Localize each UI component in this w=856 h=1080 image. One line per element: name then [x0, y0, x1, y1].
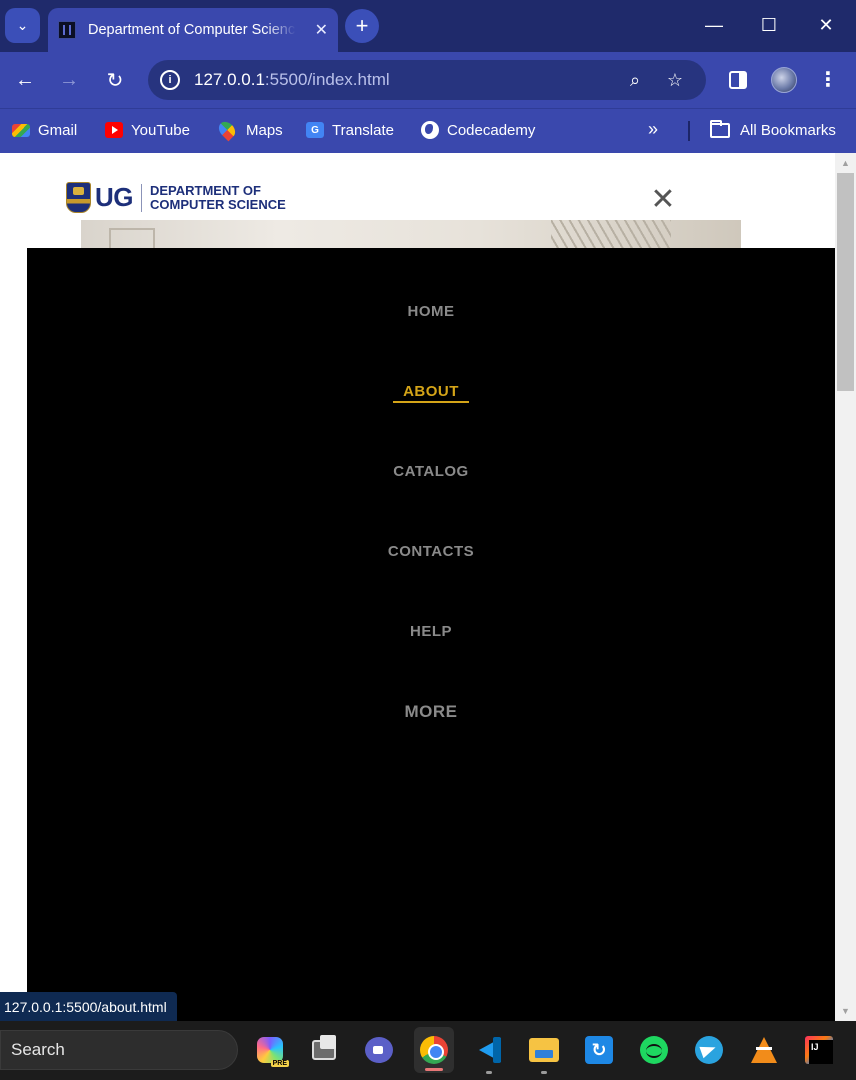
scroll-up-arrow-icon[interactable]: ▲: [835, 155, 856, 171]
url-text[interactable]: 127.0.0.1:5500/index.html: [194, 70, 390, 90]
more-bookmarks-chevron-icon[interactable]: »: [648, 119, 658, 140]
nav-link-more[interactable]: MORE: [27, 702, 835, 722]
app-arrow-icon: ↻: [585, 1036, 613, 1064]
forward-arrow-icon[interactable]: →: [54, 65, 84, 95]
copilot-icon: [257, 1037, 289, 1067]
file-explorer-icon: [529, 1038, 559, 1062]
bookmark-youtube[interactable]: YouTube: [105, 119, 190, 141]
window-close-icon[interactable]: ✕: [811, 10, 841, 40]
ug-crest-icon: [66, 182, 91, 213]
running-indicator: [425, 1068, 443, 1071]
scroll-down-arrow-icon[interactable]: ▼: [835, 1003, 856, 1019]
side-panel-icon: [729, 71, 747, 89]
nav-link-about[interactable]: ABOUT: [27, 383, 835, 403]
new-tab-button[interactable]: +: [345, 9, 379, 43]
nav-link-contacts[interactable]: CONTACTS: [27, 543, 835, 560]
tab-strip: ⌄ Department of Computer Science ✕ + — ☐…: [0, 0, 856, 52]
intellij-icon: [805, 1036, 833, 1064]
back-arrow-icon[interactable]: ←: [10, 65, 40, 95]
taskbar-meet[interactable]: [361, 1032, 397, 1068]
telegram-icon: [695, 1036, 723, 1064]
scroll-thumb[interactable]: [837, 173, 854, 391]
tab-title: Department of Computer Science: [88, 22, 296, 38]
spotify-icon: [640, 1036, 668, 1064]
profile-button[interactable]: [770, 66, 798, 94]
bookmark-star-icon[interactable]: ☆: [664, 69, 686, 91]
browser-toolbar: ← → ↻ i 127.0.0.1:5500/index.html ⌕ ☆ ⋮: [0, 52, 856, 108]
vlc-icon: [751, 1037, 777, 1063]
task-view-icon: [312, 1035, 336, 1060]
site-logo[interactable]: UG DEPARTMENT OF COMPUTER SCIENCE: [66, 182, 286, 213]
nav-link-help[interactable]: HELP: [27, 623, 835, 640]
taskbar-search-box[interactable]: Search: [0, 1030, 238, 1070]
nav-link-catalog[interactable]: CATALOG: [27, 463, 835, 480]
bookmark-gmail[interactable]: Gmail: [12, 119, 77, 141]
logo-divider: [141, 183, 142, 212]
logo-ug-text: UG: [95, 182, 134, 212]
side-panel-button[interactable]: [724, 66, 752, 94]
page-viewport: UG DEPARTMENT OF COMPUTER SCIENCE ✕ HOME…: [0, 153, 856, 1021]
tab-search-button[interactable]: ⌄: [5, 8, 40, 43]
bookmarks-divider: [688, 121, 690, 141]
chrome-icon: [420, 1036, 448, 1064]
browser-tab-active[interactable]: Department of Computer Science ✕: [48, 8, 338, 52]
zoom-icon[interactable]: ⌕: [624, 69, 646, 91]
menu-kebab-icon[interactable]: ⋮: [814, 66, 842, 94]
bookmark-maps[interactable]: Maps: [215, 118, 283, 142]
bookmarks-bar: Gmail YouTube Maps G Translate Codecadem…: [0, 108, 856, 153]
site-favicon-icon: [58, 21, 76, 39]
taskbar-copilot[interactable]: [252, 1032, 289, 1068]
link-status-bubble: 127.0.0.1:5500/about.html: [0, 992, 177, 1021]
vscode-icon: [475, 1036, 503, 1064]
taskbar-spotify[interactable]: [636, 1032, 672, 1068]
mobile-nav-overlay: HOME ABOUT CATALOG CONTACTS HELP MORE: [27, 248, 835, 1021]
all-bookmarks-button[interactable]: All Bookmarks: [710, 119, 836, 141]
site-info-icon[interactable]: i: [160, 70, 180, 90]
page-scrollbar[interactable]: ▲ ▼: [835, 153, 856, 1021]
logo-department-text: DEPARTMENT OF COMPUTER SCIENCE: [150, 182, 286, 212]
running-indicator: [486, 1071, 492, 1074]
maximize-icon[interactable]: ☐: [754, 10, 784, 40]
translate-icon: G: [306, 122, 324, 138]
codecademy-icon: [421, 121, 439, 139]
taskbar-vlc[interactable]: [746, 1032, 782, 1068]
gmail-icon: [12, 123, 30, 137]
address-bar[interactable]: i 127.0.0.1:5500/index.html ⌕ ☆: [148, 60, 706, 100]
windows-taskbar: Search ↻: [0, 1021, 856, 1080]
reload-icon[interactable]: ↻: [100, 65, 130, 95]
maps-icon: [215, 118, 239, 142]
taskbar-app-arrow[interactable]: ↻: [581, 1032, 617, 1068]
avatar: [771, 67, 797, 93]
taskbar-vscode[interactable]: [471, 1032, 507, 1074]
taskbar-telegram[interactable]: [691, 1032, 727, 1068]
bookmark-codecademy[interactable]: Codecademy: [421, 119, 535, 141]
folder-icon: [710, 119, 730, 138]
tab-close-icon[interactable]: ✕: [315, 20, 328, 40]
taskbar-file-explorer[interactable]: [526, 1032, 562, 1074]
youtube-icon: [105, 122, 123, 138]
site-header: UG DEPARTMENT OF COMPUTER SCIENCE ✕: [0, 153, 835, 220]
nav-link-home[interactable]: HOME: [27, 303, 835, 320]
running-indicator: [541, 1071, 547, 1074]
chevron-down-icon: ⌄: [16, 17, 29, 33]
close-menu-icon[interactable]: ✕: [650, 185, 676, 215]
taskbar-task-view[interactable]: [306, 1032, 342, 1068]
taskbar-chrome[interactable]: [414, 1027, 454, 1073]
meet-icon: [365, 1037, 393, 1063]
minimize-icon[interactable]: —: [699, 10, 729, 40]
taskbar-intellij[interactable]: [801, 1032, 837, 1068]
bookmark-translate[interactable]: G Translate: [306, 119, 394, 141]
